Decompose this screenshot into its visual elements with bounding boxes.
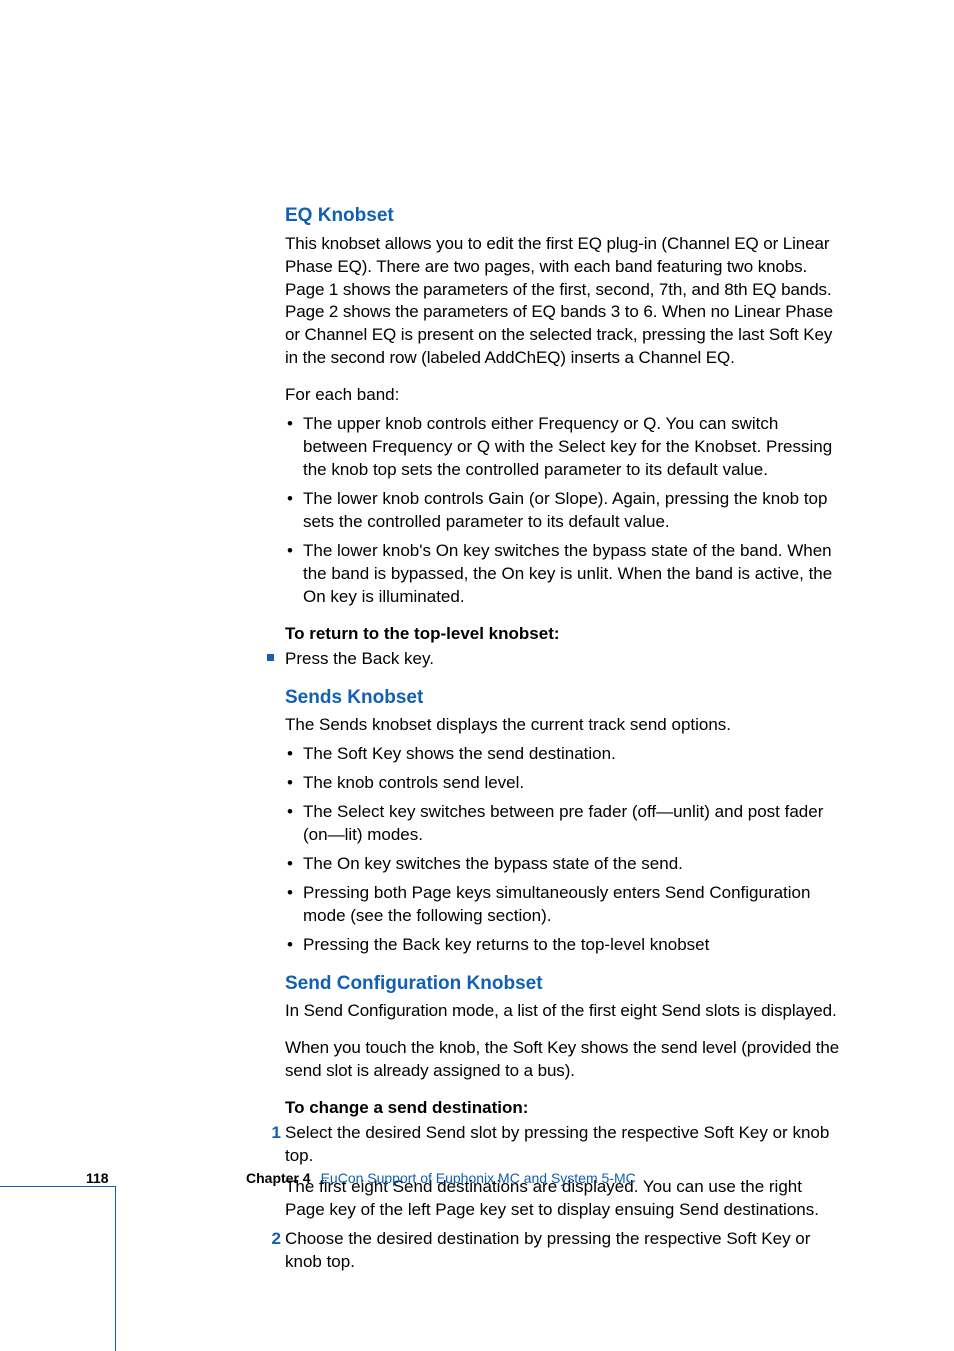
list-eq-bullets: The upper knob controls either Frequency…: [285, 413, 845, 609]
instr-change-dest: To change a send destination:: [285, 1097, 845, 1120]
para-eq-intro: This knobset allows you to edit the firs…: [285, 233, 845, 371]
step-press-back: Press the Back key.: [267, 648, 845, 671]
list-item: The Select key switches between pre fade…: [285, 801, 845, 847]
para-sendconfig-2: When you touch the knob, the Soft Key sh…: [285, 1037, 845, 1083]
instr-return: To return to the top-level knobset:: [285, 623, 845, 646]
step-text: Select the desired Send slot by pressing…: [285, 1122, 845, 1168]
section-eq-knobset: EQ Knobset This knobset allows you to ed…: [285, 203, 845, 671]
heading-eq-knobset: EQ Knobset: [285, 203, 845, 229]
list-item: The upper knob controls either Frequency…: [285, 413, 845, 482]
list-item: The On key switches the bypass state of …: [285, 853, 845, 876]
heading-send-config: Send Configuration Knobset: [285, 971, 845, 997]
heading-sends-knobset: Sends Knobset: [285, 685, 845, 711]
list-item: The knob controls send level.: [285, 772, 845, 795]
list-item: The lower knob's On key switches the byp…: [285, 540, 845, 609]
step-number: 1: [267, 1122, 281, 1145]
chapter-label: Chapter 4: [246, 1170, 311, 1186]
main-content: EQ Knobset This knobset allows you to ed…: [285, 203, 845, 1288]
para-eq-lead: For each band:: [285, 384, 845, 407]
para-sendconfig-1: In Send Configuration mode, a list of th…: [285, 1000, 845, 1023]
corner-rule-vertical: [115, 1186, 116, 1351]
step-text: Choose the desired destination by pressi…: [285, 1228, 845, 1274]
list-item: The lower knob controls Gain (or Slope).…: [285, 488, 845, 534]
corner-rule-horizontal: [0, 1186, 115, 1187]
list-sends-bullets: The Soft Key shows the send destination.…: [285, 743, 845, 957]
list-item: Pressing both Page keys simultaneously e…: [285, 882, 845, 928]
chapter-title: EuCon Support of Euphonix MC and System …: [321, 1170, 636, 1186]
list-item: Pressing the Back key returns to the top…: [285, 934, 845, 957]
para-sends-intro: The Sends knobset displays the current t…: [285, 714, 845, 737]
square-bullet-icon: [267, 654, 274, 661]
chapter-ref: Chapter 4 EuCon Support of Euphonix MC an…: [246, 1169, 636, 1188]
list-item: The Soft Key shows the send destination.: [285, 743, 845, 766]
step-text: Press the Back key.: [285, 648, 845, 671]
list-sendconfig-steps: 1 Select the desired Send slot by pressi…: [285, 1122, 845, 1274]
section-sends-knobset: Sends Knobset The Sends knobset displays…: [285, 685, 845, 957]
step-number: 2: [267, 1228, 281, 1251]
section-send-config-knobset: Send Configuration Knobset In Send Confi…: [285, 971, 845, 1274]
list-item: 2 Choose the desired destination by pres…: [267, 1228, 845, 1274]
